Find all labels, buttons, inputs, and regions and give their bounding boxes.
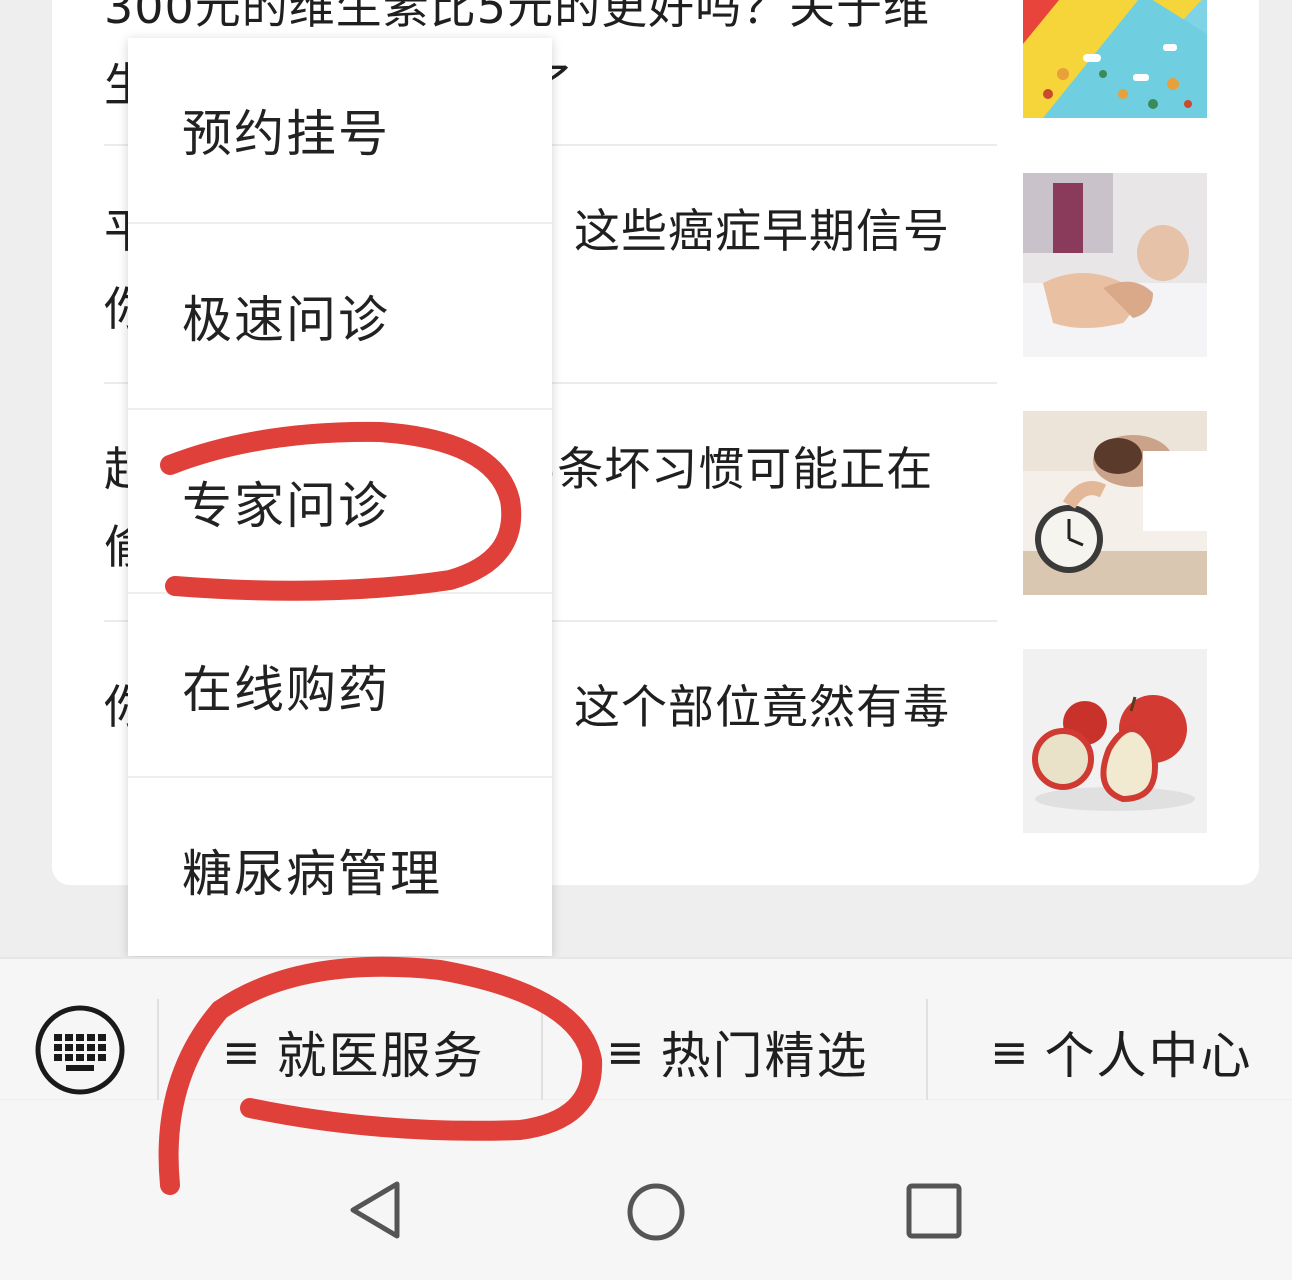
tab-divider [541,999,543,1103]
system-navigation-bar [0,1100,1292,1280]
menu-item-label: 糖尿病管理 [182,845,442,903]
recents-square-icon[interactable] [905,1182,963,1244]
keyboard-icon[interactable] [34,1004,126,1096]
menu-item-appointment[interactable]: 预约挂号 [128,38,552,222]
home-circle-icon[interactable] [626,1182,686,1246]
tab-divider [157,999,159,1103]
article-thumbnail-pills[interactable] [1023,0,1207,118]
bottom-menu-bar: ≡ 就医服务 ≡ 热门精选 ≡ 个人中心 [0,957,1292,1103]
menu-item-quick-consult[interactable]: 极速问诊 [128,224,552,408]
menu-item-label: 专家问诊 [182,477,390,535]
tab-label: 热门精选 [660,1027,869,1085]
tab-personal-center[interactable]: ≡ 个人中心 [990,1017,1253,1087]
menu-item-label: 在线购药 [182,661,390,719]
article-thumbnail-alarm-clock[interactable] [1023,411,1207,595]
article-thumbnail-hands[interactable] [1023,173,1207,357]
tab-hot-picks[interactable]: ≡ 热门精选 [606,1017,869,1087]
article-thumbnail-apples[interactable] [1023,649,1207,833]
menu-item-buy-medicine[interactable]: 在线购药 [128,594,552,778]
tab-label: 个人中心 [1044,1027,1253,1085]
menu-item-label: 极速问诊 [182,291,390,349]
hamburger-icon: ≡ [222,1025,263,1079]
tab-divider [926,999,928,1103]
menu-item-expert-consult[interactable]: 专家问诊 [128,410,552,594]
tab-label: 就医服务 [276,1027,485,1085]
hamburger-icon: ≡ [606,1025,647,1079]
menu-item-diabetes-management[interactable]: 糖尿病管理 [128,778,552,962]
back-triangle-icon[interactable] [345,1178,405,1246]
menu-item-label: 预约挂号 [182,105,390,163]
hamburger-icon: ≡ [990,1025,1031,1079]
service-dropdown-menu: 预约挂号 极速问诊 专家问诊 在线购药 糖尿病管理 [128,38,552,956]
tab-medical-services[interactable]: ≡ 就医服务 [222,1017,485,1087]
